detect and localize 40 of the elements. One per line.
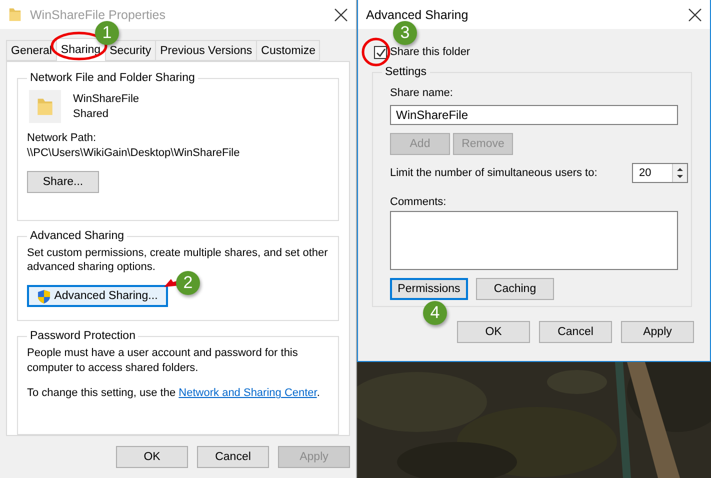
group-label: Network File and Folder Sharing — [29, 72, 196, 84]
window-title: Advanced Sharing — [366, 8, 470, 22]
tab[interactable]: Security — [104, 40, 156, 61]
share-checkbox[interactable] — [374, 46, 387, 59]
network-center-link[interactable]: Network and Sharing Center — [178, 387, 317, 400]
window-title: WinShareFile Properties — [30, 8, 166, 22]
tab[interactable]: Customize — [256, 40, 320, 61]
group-label: Settings — [384, 66, 428, 78]
share-status: Shared — [73, 106, 110, 122]
description-text: People must have a user account and password for this computer to access shared folders. — [27, 346, 299, 376]
change-setting-text: To change this setting, use the Network and Sharing Center. — [27, 386, 321, 402]
tab[interactable]: General — [6, 40, 57, 61]
dialog-button[interactable]: Apply — [621, 321, 694, 343]
advanced-sharing-button[interactable]: Advanced Sharing... — [27, 285, 168, 308]
dialog-button[interactable]: OK — [457, 321, 530, 343]
option-button[interactable]: Permissions — [390, 278, 468, 300]
folder-icon — [36, 96, 54, 116]
checkbox-label: Share this folder — [390, 45, 470, 60]
network-path: \\PC\Users\WikiGain\Desktop\WinShareFile — [27, 146, 241, 161]
dialog-button[interactable]: OK — [116, 446, 188, 468]
user-limit-spinner[interactable]: 20 — [632, 163, 688, 183]
share-name-field[interactable]: WinShareFile — [390, 105, 678, 125]
share-name-label: Share name: — [390, 86, 453, 101]
close-icon[interactable] — [688, 8, 702, 22]
folder-icon — [8, 6, 22, 22]
dialog-button[interactable]: Cancel — [539, 321, 612, 343]
highlight-ellipse — [361, 37, 391, 67]
group-label: Advanced Sharing — [29, 230, 125, 242]
tab[interactable]: Previous Versions — [155, 40, 258, 61]
shield-icon — [37, 288, 52, 304]
limit-label: Limit the number of simultaneous users to: — [390, 166, 598, 180]
path-label: Network Path: — [27, 131, 98, 146]
close-icon[interactable] — [334, 8, 348, 22]
group-label: Password Protection — [29, 330, 136, 342]
folder-name: WinShareFile — [73, 92, 140, 106]
option-button[interactable]: Caching — [476, 278, 554, 300]
comments-label: Comments: — [390, 195, 446, 210]
dialog-button[interactable]: Cancel — [197, 446, 269, 468]
share-button[interactable]: Share... — [27, 171, 99, 193]
comments-field[interactable] — [390, 211, 678, 270]
